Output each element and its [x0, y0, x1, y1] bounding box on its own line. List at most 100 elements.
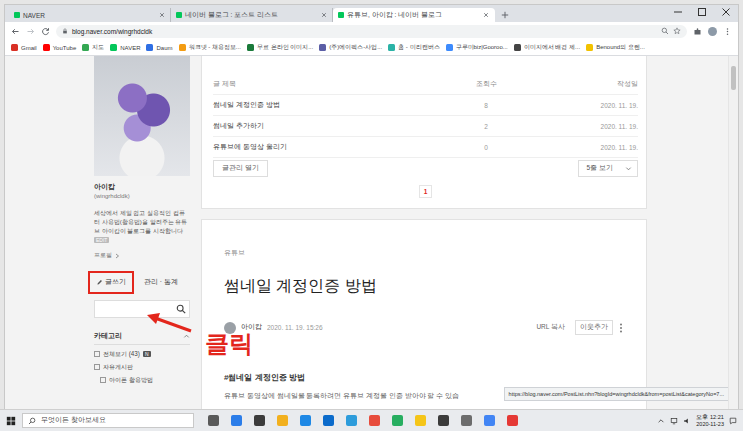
magnifier-icon[interactable]: [176, 304, 186, 314]
chrome-menu-icon[interactable]: [723, 27, 732, 36]
url-field[interactable]: blog.naver.com/wingrhdcldk: [56, 25, 687, 38]
close-tab-icon[interactable]: [159, 12, 165, 18]
forward-arrow-icon[interactable]: [26, 27, 35, 36]
screen: NAVER네이버 블로그 : 포스트 리스트유튜브, 아이캅 : 네이버 블로그…: [0, 0, 743, 431]
post-list-row[interactable]: 썸네일 추가하기22020. 11. 19.: [213, 116, 638, 137]
blog-search-field[interactable]: [94, 300, 190, 318]
taskbar-app-icon[interactable]: [231, 415, 242, 426]
bookmark[interactable]: 워크넷 - 채용정보...: [179, 43, 241, 52]
close-tab-icon[interactable]: [483, 12, 489, 18]
list-icon: [94, 364, 100, 370]
taskbar-app-icon[interactable]: [300, 415, 311, 426]
red-arrow-icon: [143, 311, 195, 335]
action-link[interactable]: 관리 · 통계: [138, 271, 184, 294]
bookmark[interactable]: Daum: [146, 44, 172, 51]
post-category[interactable]: 유튜브: [224, 248, 624, 258]
notification-icon[interactable]: [729, 417, 737, 425]
taskbar-app-icon[interactable]: [415, 415, 426, 426]
new-tab-plus-icon[interactable]: [501, 11, 509, 19]
chevron-icon[interactable]: [183, 333, 190, 340]
edit-badge[interactable]: EDIT: [94, 237, 109, 243]
post-list-row[interactable]: 유튜브에 동영상 올리기02020. 11. 19.: [213, 137, 638, 158]
clock[interactable]: 오후 12:212020-11-23: [696, 414, 724, 428]
new-badge: N: [143, 351, 151, 357]
profile-avatar-icon[interactable]: [708, 27, 717, 36]
post-hashtag[interactable]: #썸네일 계정인증 방법: [224, 373, 624, 383]
post-action-button[interactable]: URL 복사: [531, 320, 570, 335]
post-list-card: 글 제목조회수작성일썸네일 계정인증 방법82020. 11. 19.썸네일 추…: [201, 56, 647, 209]
post-list-row[interactable]: 썸네일 계정인증 방법82020. 11. 19.: [213, 95, 638, 116]
page-scrollbar[interactable]: [728, 56, 738, 409]
taskbar-app-icon[interactable]: [461, 415, 472, 426]
windows-start-icon[interactable]: [6, 416, 16, 426]
scrollbar-thumb[interactable]: [731, 66, 736, 90]
bookmark-star-icon[interactable]: [673, 27, 681, 35]
bookmark[interactable]: 무료 온라인 이미지...: [247, 43, 313, 52]
more-vertical-icon[interactable]: [618, 322, 624, 334]
bookmark-label: 워크넷 - 채용정보...: [189, 43, 241, 52]
taskbar-app-icon[interactable]: [438, 415, 449, 426]
tray-chevron-icon[interactable]: [657, 417, 665, 425]
action-link[interactable]: 글쓰기: [88, 271, 134, 294]
taskbar-app-icon[interactable]: [208, 415, 219, 426]
post-action-button[interactable]: 이웃추가: [575, 320, 613, 335]
taskbar-app-icon[interactable]: [369, 415, 380, 426]
rows-select[interactable]: 5줄 보기: [578, 160, 638, 177]
window-controls: [666, 5, 738, 22]
bookmark-favicon-icon: [446, 44, 453, 51]
extensions-puzzle-icon[interactable]: [693, 27, 702, 36]
browser-tab[interactable]: 유튜브, 아이캅 : 네이버 블로그: [333, 8, 495, 22]
browser-tab[interactable]: 네이버 블로그 : 포스트 리스트: [171, 8, 333, 22]
browser-tab[interactable]: NAVER: [9, 8, 171, 22]
post-title-link[interactable]: 유튜브에 동영상 올리기: [213, 142, 396, 152]
reload-icon[interactable]: [41, 27, 50, 36]
bookmark[interactable]: 이미지에서 배경 제...: [514, 43, 580, 52]
bookmark[interactable]: 지도: [82, 43, 104, 52]
category-header[interactable]: 카테고리: [94, 331, 190, 345]
naver-favicon-icon: [176, 12, 182, 18]
taskbar-search-field[interactable]: 무엇이든 찾아보세요: [22, 413, 194, 428]
bookmark[interactable]: Gmail: [11, 44, 37, 51]
taskbar-app-icon[interactable]: [323, 415, 334, 426]
category-item[interactable]: 전체보기 (43)N: [94, 349, 190, 358]
page-number[interactable]: 1: [419, 185, 433, 198]
manage-posts-button[interactable]: 글관리 열기: [213, 160, 268, 177]
maximize-icon[interactable]: [690, 5, 714, 19]
close-tab-icon[interactable]: [321, 12, 327, 18]
bookmark[interactable]: Benound의 요렌...: [586, 43, 645, 52]
bookmark[interactable]: 홈 - 미리캔버스: [388, 43, 439, 52]
taskbar-app-icon[interactable]: [484, 415, 495, 426]
taskbar-app-icon[interactable]: [254, 415, 265, 426]
minimize-icon[interactable]: [666, 5, 690, 19]
category-item[interactable]: 아이폰 활용방법: [94, 375, 190, 384]
bookmark[interactable]: NAVER: [110, 44, 140, 51]
category-item[interactable]: 자유게시판: [94, 362, 190, 371]
bookmark-label: NAVER: [120, 45, 140, 51]
bookmark-favicon-icon: [388, 44, 395, 51]
bookmark[interactable]: (주)에이펙스-사업...: [319, 43, 382, 52]
chevron-right-icon: [114, 253, 120, 259]
zoom-icon[interactable]: [661, 27, 669, 35]
profile-description: 세상에서 제일 쉽고 실용적인 컴퓨터 사용법(활용법)을 알려주는 유튜브 아…: [94, 208, 190, 244]
bookmark[interactable]: 구루미biz|Gooroo...: [446, 43, 508, 52]
taskbar-app-icon[interactable]: [346, 415, 357, 426]
url-text: blog.naver.com/wingrhdcldk: [72, 28, 657, 35]
profile-link[interactable]: 프로필: [94, 251, 190, 260]
taskbar-app-icon[interactable]: [392, 415, 403, 426]
main-column: 글 제목조회수작성일썸네일 계정인증 방법82020. 11. 19.썸네일 추…: [201, 56, 647, 409]
address-bar: blog.naver.com/wingrhdcldk: [5, 22, 738, 40]
volume-icon[interactable]: [683, 417, 691, 425]
post-title-link[interactable]: 썸네일 추가하기: [213, 121, 396, 131]
tab-bar: NAVER네이버 블로그 : 포스트 리스트유튜브, 아이캅 : 네이버 블로그: [5, 5, 738, 22]
bookmark-favicon-icon: [11, 44, 18, 51]
bookmark-label: YouTube: [53, 45, 77, 51]
view-count: 0: [466, 144, 506, 151]
back-arrow-icon[interactable]: [11, 27, 20, 36]
post-title-link[interactable]: 썸네일 계정인증 방법: [213, 100, 396, 110]
bookmark[interactable]: YouTube: [43, 44, 77, 51]
network-icon[interactable]: [670, 417, 678, 425]
taskbar-app-icon[interactable]: [507, 415, 518, 426]
taskbar-app-icon[interactable]: [277, 415, 288, 426]
close-window-icon[interactable]: [714, 5, 738, 19]
click-annotation: 클릭: [205, 330, 253, 358]
